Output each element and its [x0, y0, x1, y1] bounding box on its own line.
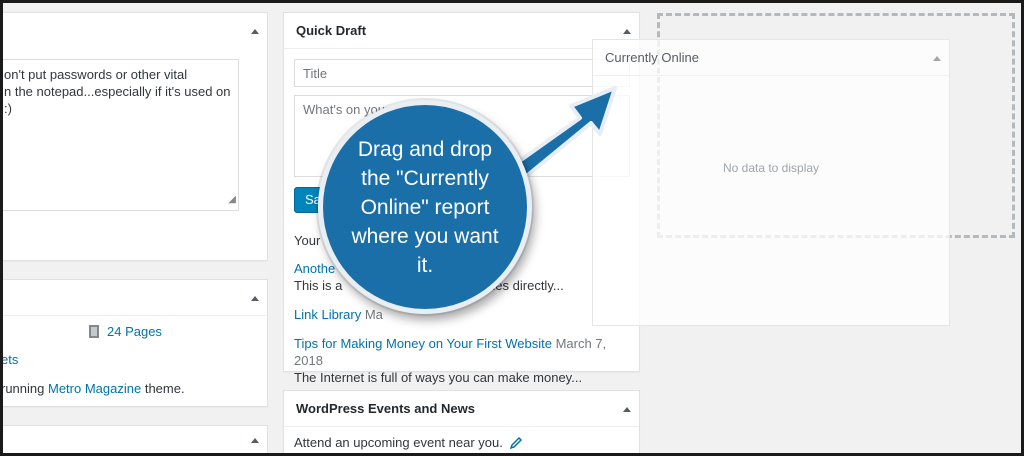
posts-link[interactable]: ets [1, 352, 18, 367]
draft-link[interactable]: Link Library [294, 307, 361, 322]
events-header[interactable]: WordPress Events and News [284, 391, 639, 427]
toggle-arrow-icon[interactable] [623, 29, 631, 34]
pages-count-link[interactable]: 24 Pages [89, 324, 162, 339]
callout-text: Drag and drop the "Currently Online" rep… [351, 137, 499, 277]
draft-excerpt: The Internet is full of ways you can mak… [294, 370, 583, 385]
events-text: Attend an upcoming event near you. [294, 435, 503, 450]
pages-icon [89, 325, 99, 338]
draft-date: Ma [364, 307, 383, 322]
notes-textarea[interactable]: on't put passwords or other vital n the … [0, 59, 239, 211]
currently-online-title: Currently Online [605, 50, 699, 65]
events-title: WordPress Events and News [296, 401, 475, 416]
toggle-arrow-icon[interactable] [251, 29, 259, 34]
draft-link[interactable]: Tips for Making Money on Your First Webs… [294, 336, 552, 351]
theme-info: running Metro Magazine theme. [1, 381, 185, 396]
activity-widget [0, 425, 268, 456]
notes-widget: on't put passwords or other vital n the … [0, 12, 268, 261]
theme-link[interactable]: Metro Magazine [48, 381, 141, 396]
draft-excerpt: This is a [294, 278, 343, 293]
events-widget: WordPress Events and News Attend an upco… [283, 390, 640, 456]
draft-excerpt-tail: les directly... [492, 278, 564, 293]
quick-draft-title: Quick Draft [296, 23, 367, 38]
toggle-arrow-icon[interactable] [933, 56, 941, 61]
draft-item: Tips for Making Money on Your First Webs… [294, 335, 634, 386]
toggle-arrow-icon[interactable] [251, 296, 259, 301]
instruction-callout: Drag and drop the "Currently Online" rep… [318, 100, 532, 314]
toggle-arrow-icon[interactable] [623, 407, 631, 412]
draft-link[interactable]: Anothe [294, 261, 335, 276]
resize-grip-icon[interactable]: ◢ [228, 191, 236, 208]
quick-draft-header[interactable]: Quick Draft [284, 13, 639, 49]
pencil-icon[interactable] [509, 436, 523, 450]
pages-count[interactable]: 24 Pages [107, 324, 162, 339]
draft-item: Link Library Ma [294, 306, 634, 323]
theme-suffix: theme. [144, 381, 185, 396]
theme-prefix: running [1, 381, 45, 396]
toggle-arrow-icon[interactable] [251, 438, 259, 443]
notes-text: on't put passwords or other vital n the … [4, 67, 231, 116]
at-a-glance-widget: 24 Pages ets running Metro Magazine them… [0, 279, 268, 407]
